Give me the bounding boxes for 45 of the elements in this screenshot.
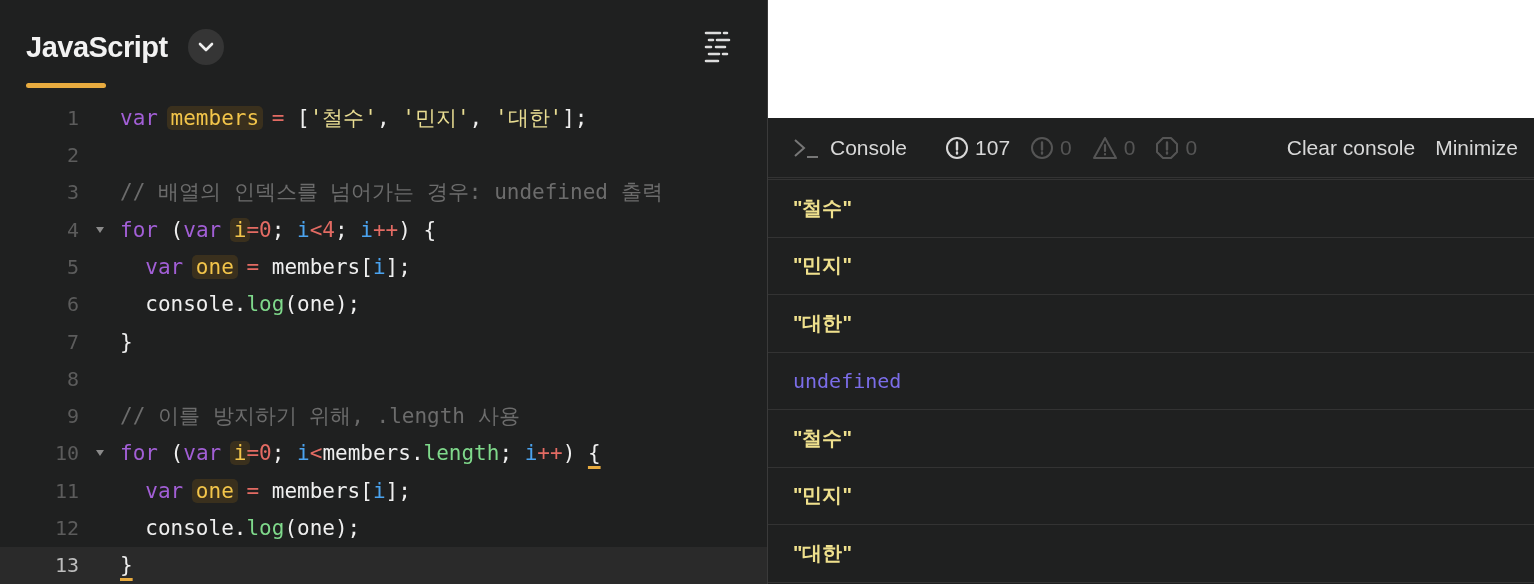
code-line: // 배열의 인덱스를 넘어가는 경우: undefined 출력 — [120, 179, 663, 207]
code-line: for (var i=0; i<members.length; i++) { — [120, 441, 601, 466]
console-output: "대한" — [793, 540, 852, 566]
line-number: 12 — [53, 516, 79, 541]
fold-toggle[interactable] — [94, 225, 105, 234]
console-button[interactable]: Minimize — [1435, 135, 1518, 160]
line-number: 4 — [65, 217, 79, 242]
warning-icon — [1091, 135, 1118, 160]
line-number: 13 — [53, 553, 79, 578]
line-number: 8 — [65, 366, 79, 391]
language-dropdown[interactable] — [187, 29, 224, 65]
code-line: console.log(one); — [144, 516, 361, 541]
code-line: var members = ['철수', '민지', '대한']; — [120, 104, 588, 132]
code-line: for (var i=0; i<4; i++) { — [120, 217, 437, 242]
console-output: "대한" — [793, 310, 852, 336]
console-output: "민지" — [793, 253, 852, 279]
format-icon[interactable] — [703, 30, 733, 64]
line-number: 2 — [65, 143, 79, 168]
console-output: "민지" — [793, 483, 852, 509]
line-number: 9 — [65, 404, 79, 429]
language-title: JavaScript — [26, 30, 168, 64]
console-button[interactable]: Clear console — [1286, 135, 1416, 160]
message-counter[interactable]: 107 — [945, 135, 1011, 160]
line-number: 3 — [65, 180, 79, 205]
console-output: undefined — [793, 368, 902, 393]
console-output: "철수" — [793, 195, 852, 221]
code-line: var one = members[i]; — [144, 478, 411, 503]
line-number: 11 — [53, 478, 79, 503]
terminal-icon — [792, 136, 820, 159]
code-line: console.log(one); — [144, 292, 361, 317]
octagon-icon — [1155, 135, 1180, 160]
fold-toggle[interactable] — [94, 449, 105, 458]
exclamation-circle-icon — [945, 135, 970, 160]
code-line: // 이를 방지하기 위해, .length 사용 — [120, 403, 520, 431]
code-line: } — [120, 329, 133, 354]
exclamation-circle-icon — [1030, 135, 1055, 160]
console-output: "철수" — [793, 425, 852, 451]
line-number: 5 — [65, 254, 79, 279]
line-number: 10 — [53, 441, 79, 466]
line-number: 6 — [65, 292, 79, 317]
line-number: 1 — [65, 105, 79, 130]
code-line: var one = members[i]; — [144, 254, 411, 279]
code-line: } — [120, 553, 133, 578]
console-title: Console — [830, 135, 908, 160]
line-number: 7 — [65, 329, 79, 354]
